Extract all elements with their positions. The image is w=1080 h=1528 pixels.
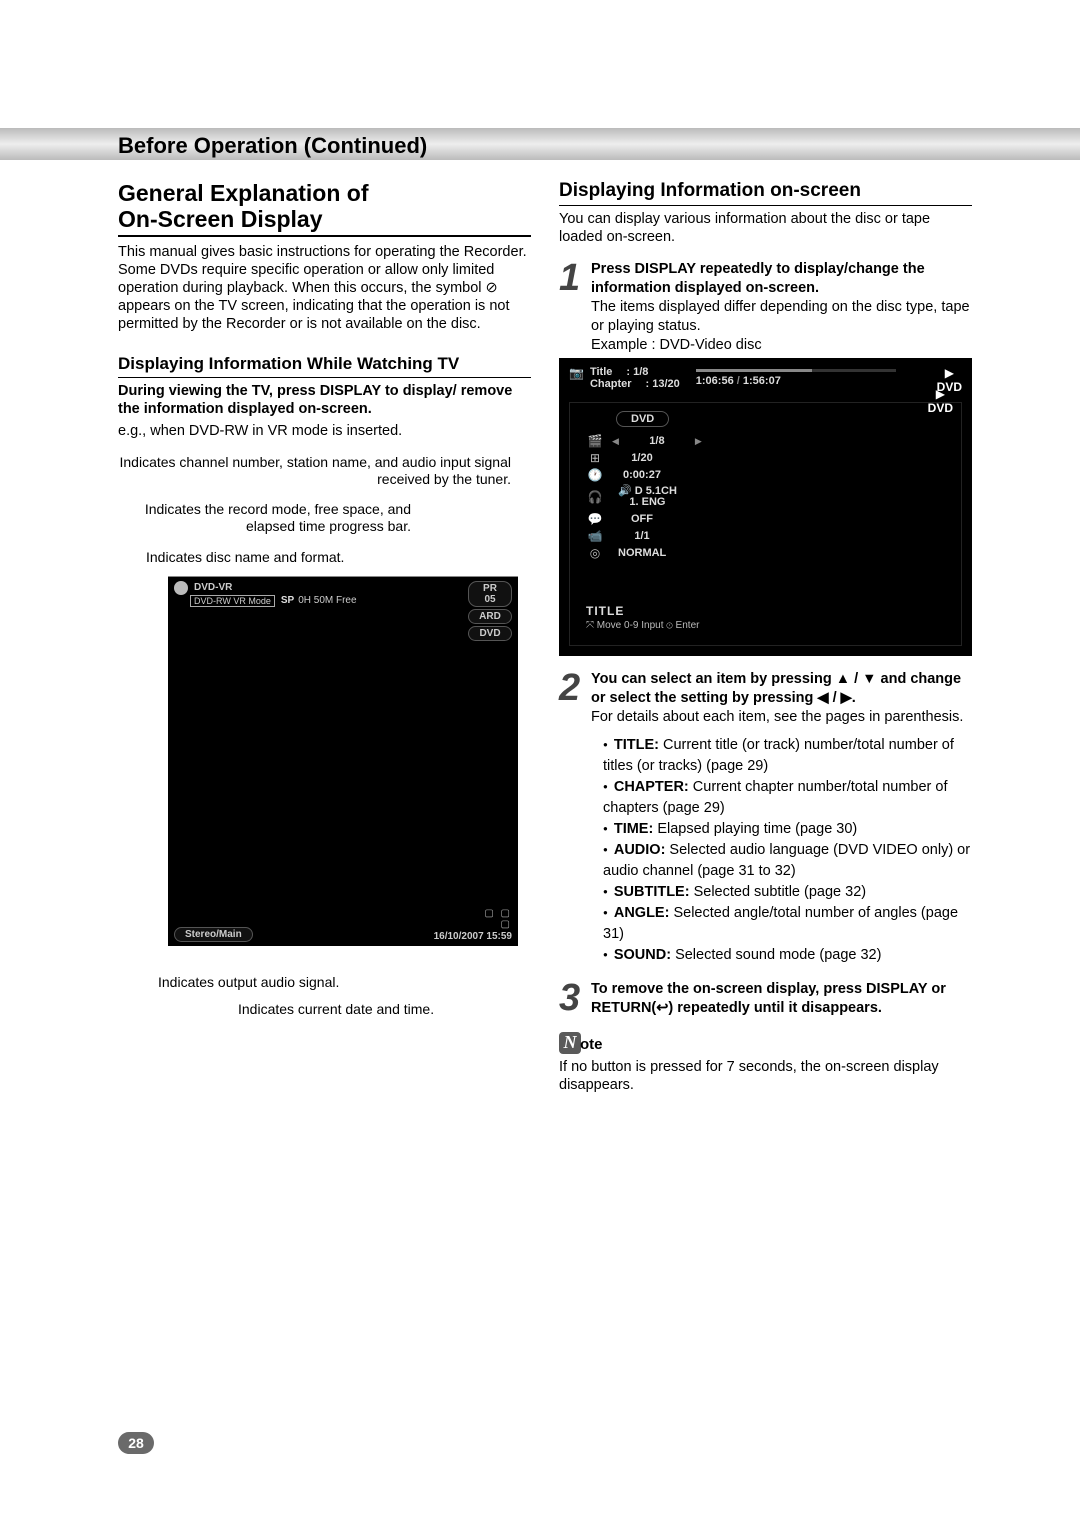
row-subtitle: OFF [612, 512, 672, 526]
step-3: 3 To remove the on-screen display, press… [559, 980, 972, 1018]
osd-chapter-value: 13/20 [652, 378, 680, 390]
step-1: 1 Press DISPLAY repeatedly to display/ch… [559, 260, 972, 354]
intro-paragraph: This manual gives basic instructions for… [118, 243, 531, 334]
display-instruction: During viewing the TV, press DISPLAY to … [118, 382, 531, 418]
callout-datetime: Indicates current date and time. [238, 1001, 531, 1018]
osd-total: 1:56:07 [743, 375, 781, 387]
main-heading: General Explanation of On-Screen Display [118, 180, 531, 237]
mini-icons: ▢ ▢▢ [434, 908, 512, 930]
row-time: 0:00:27 [612, 468, 672, 482]
step1-example: Example : DVD-Video disc [591, 337, 762, 353]
step2-bold: You can select an item by pressing ▲ / ▼… [591, 671, 961, 706]
bullet-title-label: TITLE: [614, 737, 659, 753]
title-icon: 🎬 [586, 434, 604, 448]
bullet-time: Elapsed playing time (page 30) [653, 821, 857, 837]
step-2: 2 You can select an item by pressing ▲ /… [559, 670, 972, 966]
osd-footer-title: TITLE [586, 604, 953, 618]
free-space: 0H 50M Free [298, 595, 356, 606]
dvd-label-2: DVD [928, 401, 953, 415]
panel-dvd-pill: DVD [616, 411, 669, 427]
dvd-label: DVD [937, 380, 962, 394]
callout-disc-name: Indicates disc name and format. [146, 549, 531, 566]
row-chapter: 1/20 [612, 451, 672, 465]
note-ote: ote [580, 1036, 603, 1053]
step-number-1: 1 [559, 263, 583, 293]
media-pill: DVD [468, 626, 512, 641]
step1-text: The items displayed differ depending on … [591, 299, 970, 334]
sound-icon: ◎ [586, 546, 604, 560]
step-number-3: 3 [559, 983, 583, 1013]
disc-icon [174, 581, 188, 595]
osd-chapter-label: Chapter [590, 378, 632, 390]
bullet-audio-label: AUDIO: [614, 842, 666, 858]
bullet-subtitle: Selected subtitle (page 32) [690, 884, 867, 900]
osd-elapsed: 1:06:56 [696, 375, 734, 387]
disc-type-label: DVD-VR [192, 582, 234, 593]
row-title: 1/8 [627, 434, 687, 448]
station-pill: ARD [468, 609, 512, 624]
callout-channel: Indicates channel number, station name, … [118, 454, 511, 488]
step1-bold: Press DISPLAY repeatedly to display/chan… [591, 261, 925, 296]
subheading-info-onscreen: Displaying Information on-screen [559, 180, 972, 206]
step-number-2: 2 [559, 673, 583, 703]
bullet-time-label: TIME: [614, 821, 653, 837]
audio-icon: 🎧 [586, 490, 604, 504]
section-header: Before Operation (Continued) [118, 130, 972, 162]
subheading-watching-tv: Displaying Information While Watching TV [118, 354, 531, 378]
step2-text: For details about each item, see the pag… [591, 709, 963, 725]
right-column: Displaying Information on-screen You can… [559, 180, 972, 1094]
osd-title-label: Title [590, 366, 612, 378]
osd-title-value: 1/8 [633, 366, 648, 378]
heading-line1: General Explanation of [118, 180, 369, 206]
bullets-list: TITLE: Current title (or track) number/t… [603, 735, 972, 966]
channel-pill: PR 05 [468, 581, 512, 607]
note-heading: N ote [559, 1032, 972, 1054]
callout-record-mode: Indicates the record mode, free space, a… [118, 501, 411, 535]
bullet-sound: Selected sound mode (page 32) [671, 947, 881, 963]
osd-screenshot: 📷 Title : 1/8 Chapter : 13/20 1:06:56 [559, 358, 972, 656]
subtitle-icon: 💬 [586, 512, 604, 526]
format-box: DVD-RW VR Mode [190, 595, 275, 607]
progress-bar [696, 369, 896, 372]
callout-audio-signal: Indicates output audio signal. [158, 974, 531, 991]
bullet-sound-label: SOUND: [614, 947, 671, 963]
example-note: e.g., when DVD-RW in VR mode is inserted… [118, 422, 531, 440]
time-icon: 🕐 [586, 468, 604, 482]
row-audio-line2: 1. ENG [629, 496, 665, 508]
note-body: If no button is pressed for 7 seconds, t… [559, 1058, 972, 1094]
osd-footer-hint: ⤧ Move 0-9 Input ⊙ Enter [586, 620, 953, 631]
bullet-angle-label: ANGLE: [614, 905, 670, 921]
row-sound: NORMAL [612, 546, 672, 560]
bullet-subtitle-label: SUBTITLE: [614, 884, 690, 900]
audio-signal: Stereo/Main [174, 927, 253, 942]
angle-icon: 📹 [586, 529, 604, 543]
step3-bold: To remove the on-screen display, press D… [591, 981, 946, 1016]
row-angle: 1/1 [612, 529, 672, 543]
heading-line2: On-Screen Display [118, 206, 323, 232]
tv-screenshot: DVD-VR DVD-RW VR Mode SP 0H 50M Free PR … [168, 576, 518, 946]
camera-icon: 📷 [569, 366, 584, 380]
osd-panel: DVD ▶ DVD 🎬◀1/8▶ ⊞1/20 🕐0:00:27 🎧🔊 D 5.1… [569, 402, 962, 646]
left-column: General Explanation of On-Screen Display… [118, 180, 531, 1094]
bullet-chapter-label: CHAPTER: [614, 779, 689, 795]
chapter-icon: ⊞ [586, 451, 604, 465]
rec-mode: SP [281, 595, 294, 606]
right-intro: You can display various information abou… [559, 210, 972, 246]
note-n-icon: N [559, 1032, 581, 1054]
datetime: 16/10/2007 15:59 [434, 931, 512, 942]
page-number: 28 [118, 1432, 154, 1454]
play-icon: ▶ [937, 366, 962, 380]
